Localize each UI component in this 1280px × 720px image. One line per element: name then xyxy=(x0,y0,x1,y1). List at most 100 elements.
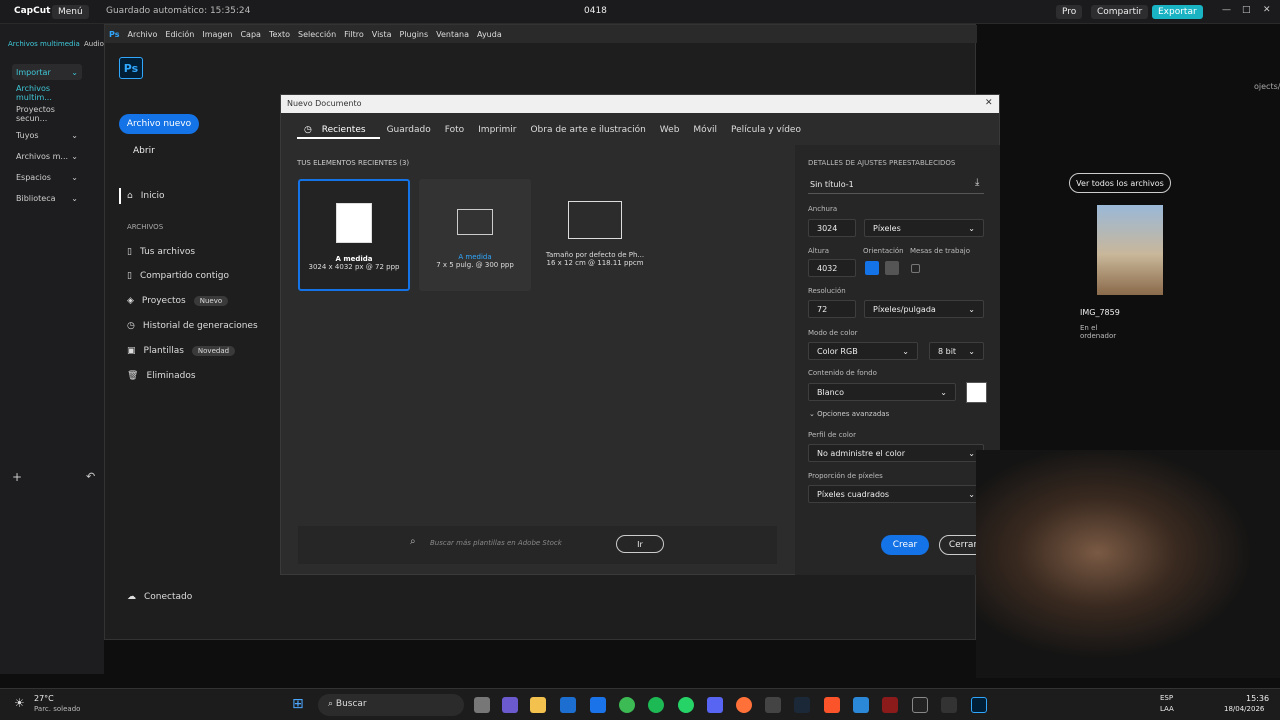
close-icon[interactable]: ✕ xyxy=(1263,5,1271,15)
menu-filtro[interactable]: Filtro xyxy=(340,30,368,39)
nav-projects[interactable]: ◈ Proyectos Nuevo xyxy=(127,296,229,306)
preset-name-field[interactable]: Sin título-1 xyxy=(810,180,854,189)
tab-recent[interactable]: ◷ Recientes xyxy=(297,123,380,139)
landscape-icon[interactable] xyxy=(885,261,899,275)
menu-button[interactable]: Menú xyxy=(52,5,89,19)
nav-history[interactable]: ◷ Historial de generaciones xyxy=(127,321,258,331)
pixel-ratio-select[interactable]: Píxeles cuadrados ⌄ xyxy=(808,485,984,503)
tab-mobile[interactable]: Móvil xyxy=(686,123,724,139)
photoshop-icon[interactable] xyxy=(971,697,987,713)
menu-plugins[interactable]: Plugins xyxy=(396,30,433,39)
tab-saved[interactable]: Guardado xyxy=(380,123,438,139)
height-field[interactable]: 4032 xyxy=(808,259,856,277)
tab-photo[interactable]: Foto xyxy=(438,123,471,139)
maximize-icon[interactable]: □ xyxy=(1242,5,1251,15)
dialog-close-icon[interactable]: ✕ xyxy=(985,98,993,108)
menu-edicion[interactable]: Edición xyxy=(161,30,198,39)
nav-home[interactable]: ⌂ Inicio xyxy=(127,191,165,201)
save-preset-icon[interactable]: ⤓ xyxy=(975,177,979,188)
spotify-icon[interactable] xyxy=(648,697,664,713)
menu-seleccion[interactable]: Selección xyxy=(294,30,340,39)
unit-select[interactable]: Píxeles ⌄ xyxy=(864,219,984,237)
taskbar-search[interactable]: ⌕ Buscar xyxy=(318,694,464,716)
side-item-import[interactable]: Importar ⌄ xyxy=(12,64,82,80)
bit-depth-select[interactable]: 8 bit ⌄ xyxy=(929,342,984,360)
recent-item[interactable]: A medida 3024 x 4032 px @ 72 ppp xyxy=(298,179,410,291)
start-icon[interactable]: ⊞ xyxy=(292,696,304,712)
nav-your-files[interactable]: ▯ Tus archivos xyxy=(127,247,195,257)
recent-item[interactable]: A medida 7 x 5 pulg. @ 300 ppp xyxy=(419,179,531,291)
menu-ventana[interactable]: Ventana xyxy=(432,30,473,39)
view-all-button[interactable]: Ver todos los archivos xyxy=(1069,173,1171,193)
menu-vista[interactable]: Vista xyxy=(368,30,396,39)
preset-tabs: ◷ Recientes Guardado Foto Imprimir Obra … xyxy=(297,123,808,139)
firefox-icon[interactable] xyxy=(736,697,752,713)
discord-icon[interactable] xyxy=(707,697,723,713)
minimize-icon[interactable]: — xyxy=(1222,5,1231,15)
tab-media[interactable]: Archivos multimedia xyxy=(8,40,80,48)
portrait-icon[interactable] xyxy=(865,261,879,275)
chevron-down-icon: ⌄ xyxy=(968,448,975,458)
windows-taskbar: ☀ 27°C Parc. soleado ⊞ ⌕ Buscar ESP LAA … xyxy=(0,688,1280,720)
steam-icon[interactable] xyxy=(794,697,810,713)
menu-capa[interactable]: Capa xyxy=(236,30,264,39)
side-item-spaces[interactable]: Espacios ⌄ xyxy=(12,169,82,185)
nav-shared[interactable]: ▯ Compartido contigo xyxy=(127,271,229,281)
resolution-field[interactable]: 72 xyxy=(808,300,856,318)
export-button[interactable]: Exportar xyxy=(1152,5,1203,19)
recent-item[interactable]: Tamaño por defecto de Ph... 16 x 12 cm @… xyxy=(539,179,651,291)
nav-templates[interactable]: ▣ Plantillas Novedad xyxy=(127,346,236,356)
tab-audio[interactable]: Audio xyxy=(84,40,104,48)
app-icon[interactable] xyxy=(882,697,898,713)
image-thumbnail[interactable] xyxy=(1097,205,1163,295)
nav-deleted[interactable]: 🗑 Eliminados xyxy=(127,371,196,381)
go-button[interactable]: Ir xyxy=(616,535,664,553)
menu-ayuda[interactable]: Ayuda xyxy=(473,30,506,39)
app-icon[interactable] xyxy=(941,697,957,713)
background-color-swatch[interactable] xyxy=(966,382,987,403)
side-item-library[interactable]: Biblioteca ⌄ xyxy=(12,190,82,206)
advanced-options-toggle[interactable]: ⌄ Opciones avanzadas xyxy=(809,410,889,418)
tab-print[interactable]: Imprimir xyxy=(471,123,523,139)
brave-icon[interactable] xyxy=(824,697,840,713)
menu-texto[interactable]: Texto xyxy=(265,30,294,39)
background-select[interactable]: Blanco ⌄ xyxy=(808,383,956,401)
side-item-yours[interactable]: Tuyos ⌄ xyxy=(12,127,82,143)
keyboard-layout[interactable]: LAA xyxy=(1160,705,1174,713)
github-icon[interactable] xyxy=(765,697,781,713)
edge-icon[interactable] xyxy=(590,697,606,713)
task-view-icon[interactable] xyxy=(474,697,490,713)
store-icon[interactable] xyxy=(560,697,576,713)
capcut-icon[interactable] xyxy=(912,697,928,713)
side-item-projects[interactable]: Proyectos secun... xyxy=(12,105,82,123)
tab-web[interactable]: Web xyxy=(653,123,687,139)
resolution-unit-select[interactable]: Píxeles/pulgada ⌄ xyxy=(864,300,984,318)
folder-icon[interactable] xyxy=(530,697,546,713)
undo-icon[interactable]: ↶ xyxy=(86,470,95,483)
side-item-files[interactable]: Archivos m... ⌄ xyxy=(12,148,82,164)
tab-art[interactable]: Obra de arte e ilustración xyxy=(523,123,652,139)
side-item-media[interactable]: Archivos multim... xyxy=(12,84,82,102)
app-icon[interactable] xyxy=(853,697,869,713)
clock-date[interactable]: 18/04/2026 xyxy=(1224,705,1264,713)
color-profile-label: Perfil de color xyxy=(808,431,856,439)
artboards-checkbox[interactable] xyxy=(911,264,920,273)
new-file-button[interactable]: Archivo nuevo xyxy=(119,114,199,134)
copilot-icon[interactable] xyxy=(502,697,518,713)
whatsapp-icon[interactable] xyxy=(678,697,694,713)
open-button[interactable]: Abrir xyxy=(133,146,155,156)
stock-search-input[interactable]: Buscar más plantillas en Adobe Stock xyxy=(430,539,562,547)
language-code[interactable]: ESP xyxy=(1160,694,1173,702)
pro-button[interactable]: Pro xyxy=(1056,5,1083,19)
add-track-icon[interactable]: + xyxy=(12,470,22,484)
clock-time[interactable]: 15:36 xyxy=(1246,694,1269,703)
menu-archivo[interactable]: Archivo xyxy=(123,30,161,39)
color-mode-select[interactable]: Color RGB ⌄ xyxy=(808,342,918,360)
create-button[interactable]: Crear xyxy=(881,535,929,555)
color-profile-select[interactable]: No administre el color ⌄ xyxy=(808,444,984,462)
share-button[interactable]: Compartir xyxy=(1091,5,1149,19)
menu-imagen[interactable]: Imagen xyxy=(198,30,236,39)
chrome-icon[interactable] xyxy=(619,697,635,713)
tab-film[interactable]: Película y vídeo xyxy=(724,123,808,139)
width-field[interactable]: 3024 xyxy=(808,219,856,237)
